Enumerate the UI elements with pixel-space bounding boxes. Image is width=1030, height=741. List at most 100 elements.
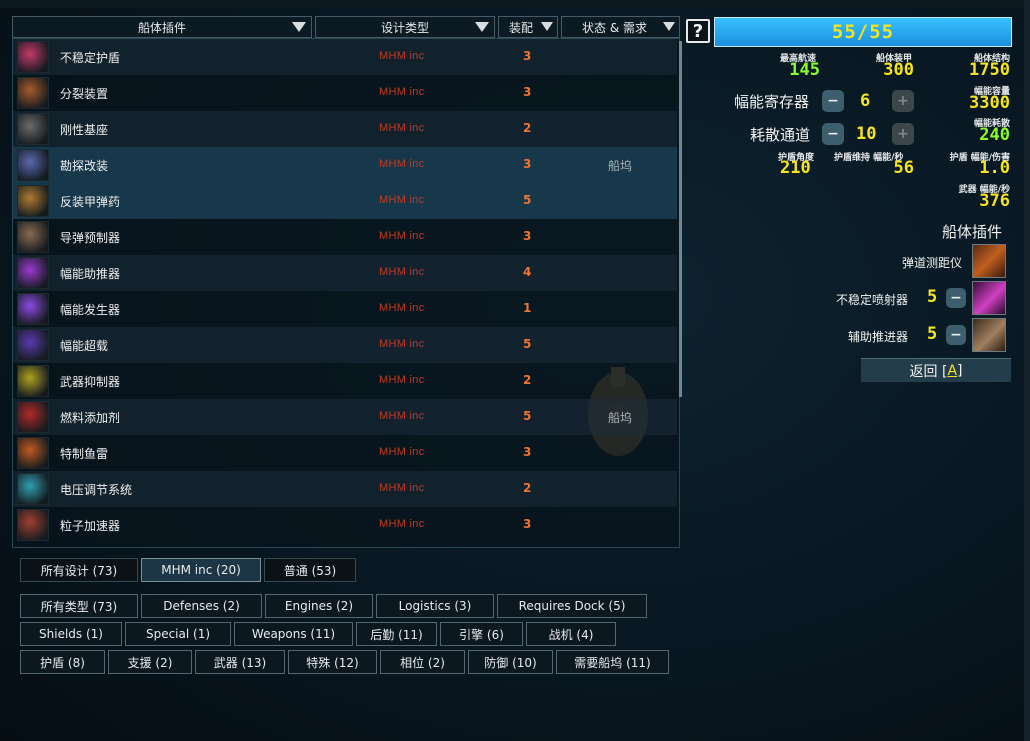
column-header-status[interactable]: 状态 & 需求 bbox=[561, 16, 680, 38]
hullmod-row[interactable]: 不稳定护盾 MHM inc 3 bbox=[13, 39, 677, 75]
minus-icon: − bbox=[950, 327, 962, 343]
window-right-frame bbox=[1024, 0, 1030, 741]
capacitors-plus-button[interactable]: + bbox=[892, 90, 914, 112]
list-scrollbar[interactable] bbox=[679, 41, 682, 397]
hullmod-row[interactable]: 幅能助推器 MHM inc 4 bbox=[13, 255, 677, 291]
hullmod-row[interactable]: 导弹预制器 MHM inc 3 bbox=[13, 219, 677, 255]
column-header-design-type[interactable]: 设计类型 bbox=[315, 16, 495, 38]
design-type: MHM inc bbox=[379, 518, 425, 530]
hullmod-name: 勘探改装 bbox=[60, 159, 109, 173]
vents-minus-button[interactable]: − bbox=[822, 123, 844, 145]
vents-value: 10 bbox=[856, 124, 877, 144]
installed-hullmod-name: 不稳定喷射器 bbox=[835, 293, 908, 307]
hullmod-list-panel: 不稳定护盾 MHM inc 3 分裂装置 MHM inc 3 刚性基座 MHM inc 2 勘探改… bbox=[12, 38, 682, 548]
filter-tab[interactable]: 护盾 (8) bbox=[20, 650, 105, 674]
particle-accelerator-icon bbox=[17, 509, 49, 541]
help-button[interactable]: ? bbox=[686, 19, 710, 43]
capacitors-label: 幅能寄存器 bbox=[734, 93, 810, 111]
shield-upkeep-value: 56 bbox=[893, 158, 914, 178]
hullmod-row[interactable]: 刚性基座 MHM inc 2 bbox=[13, 111, 677, 147]
filter-tab[interactable]: Defenses (2) bbox=[141, 594, 262, 618]
hullmod-row[interactable]: 幅能发生器 MHM inc 1 bbox=[13, 291, 677, 327]
filter-tab[interactable]: Logistics (3) bbox=[376, 594, 494, 618]
filter-tab[interactable]: 防御 (10) bbox=[468, 650, 553, 674]
filter-tab[interactable]: Shields (1) bbox=[20, 622, 122, 646]
filter-tab[interactable]: 所有设计 (73) bbox=[20, 558, 138, 582]
shield-arc-value: 210 bbox=[780, 158, 811, 178]
ordnance-cost: 3 bbox=[523, 157, 532, 171]
filter-tab[interactable]: Requires Dock (5) bbox=[497, 594, 647, 618]
flux-capacity-value: 3300 bbox=[969, 93, 1010, 113]
fuel-additive-icon bbox=[17, 401, 49, 433]
filter-tab[interactable]: 引擎 (6) bbox=[440, 622, 523, 646]
installed-hullmod-cost: 5 bbox=[927, 324, 938, 344]
minus-icon: − bbox=[827, 93, 839, 109]
special-torpedo-icon bbox=[17, 437, 49, 469]
hullmod-row[interactable]: 幅能超载 MHM inc 5 bbox=[13, 327, 677, 363]
armor-value: 300 bbox=[883, 60, 914, 80]
design-type: MHM inc bbox=[379, 338, 425, 350]
remove-hullmod-button[interactable]: − bbox=[946, 325, 966, 345]
weapon-suppressor-icon bbox=[17, 365, 49, 397]
design-type: MHM inc bbox=[379, 302, 425, 314]
hullmod-name: 分裂装置 bbox=[60, 87, 109, 101]
design-type: MHM inc bbox=[379, 158, 425, 170]
hullmod-row[interactable]: 反装甲弹药 MHM inc 5 bbox=[13, 183, 677, 219]
hullmod-name: 粒子加速器 bbox=[60, 519, 121, 533]
sort-down-icon bbox=[292, 22, 306, 32]
filter-tab[interactable]: Weapons (11) bbox=[234, 622, 353, 646]
window-top-frame bbox=[0, 0, 1030, 8]
hullmod-row[interactable]: 勘探改装 MHM inc 3 船坞 bbox=[13, 147, 677, 183]
ordnance-points-bar: 55/55 bbox=[714, 17, 1012, 47]
column-header-status-label: 状态 & 需求 bbox=[582, 20, 647, 35]
installed-hullmod-cost: 5 bbox=[927, 287, 938, 307]
filter-tab[interactable]: 后勤 (11) bbox=[356, 622, 437, 646]
column-header-hullmod[interactable]: 船体插件 bbox=[12, 16, 312, 38]
plus-icon: + bbox=[897, 93, 909, 109]
refit-screen: 船体插件 设计类型 装配 状态 & 需求 不稳定护盾 MHM inc 3 分裂装置 MH… bbox=[0, 0, 1030, 741]
ordnance-cost: 3 bbox=[523, 517, 532, 531]
filter-tab[interactable]: 需要船坞 (11) bbox=[556, 650, 669, 674]
hullmod-row[interactable]: 电压调节系统 MHM inc 2 bbox=[13, 471, 677, 507]
flux-generator-icon bbox=[17, 293, 49, 325]
hullmod-name: 幅能助推器 bbox=[60, 267, 121, 281]
flux-booster-icon bbox=[17, 257, 49, 289]
flux-overload-icon bbox=[17, 329, 49, 361]
vents-plus-button[interactable]: + bbox=[892, 123, 914, 145]
hullmod-name: 燃料添加剂 bbox=[60, 411, 121, 425]
hullmod-row[interactable]: 粒子加速器 MHM inc 3 bbox=[13, 507, 677, 543]
hullmod-row[interactable]: 分裂装置 MHM inc 3 bbox=[13, 75, 677, 111]
filter-tab[interactable]: MHM inc (20) bbox=[141, 558, 261, 582]
capacitors-minus-button[interactable]: − bbox=[822, 90, 844, 112]
minus-icon: − bbox=[950, 290, 962, 306]
ordnance-cost: 3 bbox=[523, 49, 532, 63]
column-header-ordnance-label: 装配 bbox=[508, 20, 533, 35]
sort-down-icon bbox=[541, 22, 553, 31]
hullmod-row[interactable]: 特制鱼雷 MHM inc 3 bbox=[13, 435, 677, 471]
column-header-ordnance[interactable]: 装配 bbox=[498, 16, 558, 38]
remove-hullmod-button[interactable]: − bbox=[946, 288, 966, 308]
splitter-icon bbox=[17, 77, 49, 109]
filter-tab[interactable]: Engines (2) bbox=[265, 594, 373, 618]
ballistic-rangefinder-icon bbox=[972, 244, 1006, 278]
filter-tab[interactable]: 武器 (13) bbox=[195, 650, 285, 674]
hullmod-row[interactable]: 燃料添加剂 MHM inc 5 船坞 bbox=[13, 399, 677, 435]
filter-tab[interactable]: 支援 (2) bbox=[108, 650, 192, 674]
hullmod-name: 刚性基座 bbox=[60, 123, 109, 137]
design-type: MHM inc bbox=[379, 482, 425, 494]
design-type: MHM inc bbox=[379, 194, 425, 206]
design-type: MHM inc bbox=[379, 50, 425, 62]
back-button[interactable]: 返回 [A] bbox=[861, 358, 1011, 382]
filter-tab[interactable]: 相位 (2) bbox=[380, 650, 465, 674]
ordnance-cost: 2 bbox=[523, 373, 532, 387]
back-button-label: 返回 [ bbox=[909, 363, 948, 380]
filter-tab[interactable]: 普通 (53) bbox=[264, 558, 356, 582]
filter-tab[interactable]: 特殊 (12) bbox=[288, 650, 377, 674]
design-type: MHM inc bbox=[379, 122, 425, 134]
filter-tab[interactable]: Special (1) bbox=[125, 622, 231, 646]
design-type: MHM inc bbox=[379, 266, 425, 278]
filter-tab[interactable]: 所有类型 (73) bbox=[20, 594, 138, 618]
hullmod-row[interactable]: 武器抑制器 MHM inc 2 bbox=[13, 363, 677, 399]
filter-tab[interactable]: 战机 (4) bbox=[526, 622, 616, 646]
design-type: MHM inc bbox=[379, 410, 425, 422]
